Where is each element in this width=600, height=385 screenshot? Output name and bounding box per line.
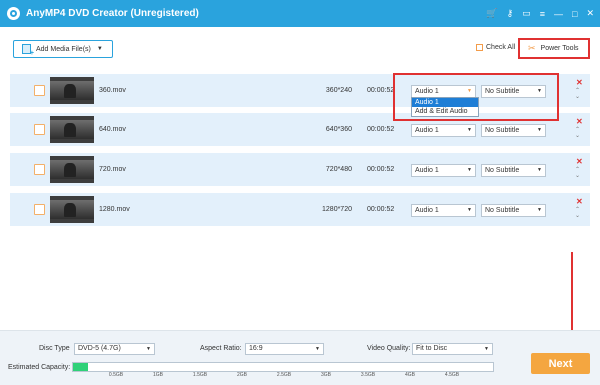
capacity-tick-label: 2.5GB bbox=[276, 372, 292, 378]
capacity-bar bbox=[72, 362, 494, 372]
cart-icon[interactable]: 🛒 bbox=[486, 8, 497, 19]
check-all[interactable]: Check All bbox=[476, 44, 515, 51]
capacity-tick-label: 3.5GB bbox=[360, 372, 376, 378]
video-thumbnail bbox=[50, 156, 94, 183]
row-checkbox[interactable] bbox=[34, 204, 45, 215]
add-media-label: Add Media File(s) bbox=[36, 45, 91, 53]
dropdown-option-add-edit-audio[interactable]: Add & Edit Audio bbox=[412, 107, 478, 116]
add-media-button[interactable]: Add Media File(s) ▼ bbox=[13, 40, 113, 58]
window-controls: 🛒 ⚷ ▭ ≡ — □ ✕ bbox=[486, 0, 594, 27]
file-duration: 00:00:52 bbox=[367, 206, 395, 213]
power-tools-label: Power Tools bbox=[540, 45, 579, 52]
capacity-tick-label: 3GB bbox=[320, 372, 332, 378]
row-checkbox[interactable] bbox=[34, 85, 45, 96]
subtitle-select-value: No Subtitle bbox=[485, 127, 520, 134]
audio-select[interactable]: Audio 1 ▼ bbox=[411, 204, 476, 217]
delete-icon[interactable]: ✕ bbox=[576, 117, 583, 126]
minimize-icon[interactable]: — bbox=[554, 9, 563, 19]
audio-select-value: Audio 1 bbox=[415, 127, 439, 134]
app-logo-icon bbox=[7, 7, 20, 20]
aspect-ratio-value: 16:9 bbox=[249, 345, 263, 352]
audio-select[interactable]: Audio 1 ▼ bbox=[411, 164, 476, 177]
subtitle-select[interactable]: No Subtitle ▼ bbox=[481, 124, 546, 137]
file-name: 720.mov bbox=[99, 166, 126, 173]
video-thumbnail bbox=[50, 196, 94, 223]
aspect-ratio-label: Aspect Ratio: bbox=[200, 345, 242, 352]
file-name: 360.mov bbox=[99, 87, 126, 94]
close-icon[interactable]: ✕ bbox=[586, 8, 594, 19]
aspect-ratio-select[interactable]: 16:9 ▼ bbox=[245, 343, 324, 355]
file-resolution: 1280*720 bbox=[322, 206, 352, 213]
delete-icon[interactable]: ✕ bbox=[576, 197, 583, 206]
reorder-icon[interactable]: ⌃ ⌄ bbox=[575, 167, 580, 179]
capacity-tick-label: 1GB bbox=[152, 372, 164, 378]
file-duration: 00:00:52 bbox=[367, 87, 395, 94]
file-resolution: 720*480 bbox=[325, 166, 352, 173]
file-duration: 00:00:52 bbox=[367, 126, 395, 133]
chevron-down-icon: ▼ bbox=[537, 167, 542, 173]
chevron-down-icon: ▼ bbox=[537, 127, 542, 133]
chevron-down-icon: ▼ bbox=[467, 207, 472, 213]
video-thumbnail bbox=[50, 77, 94, 104]
chevron-down-icon: ▼ bbox=[467, 127, 472, 133]
video-quality-value: Fit to Disc bbox=[416, 345, 448, 352]
delete-icon[interactable]: ✕ bbox=[576, 78, 583, 87]
delete-icon[interactable]: ✕ bbox=[576, 157, 583, 166]
reorder-icon[interactable]: ⌃ ⌄ bbox=[575, 127, 580, 139]
audio-select-value: Audio 1 bbox=[415, 207, 439, 214]
window-title: AnyMP4 DVD Creator (Unregistered) bbox=[26, 8, 199, 19]
check-all-checkbox[interactable] bbox=[476, 44, 483, 51]
maximize-icon[interactable]: □ bbox=[572, 9, 577, 19]
row-checkbox[interactable] bbox=[34, 164, 45, 175]
chevron-down-icon: ▼ bbox=[146, 346, 151, 352]
capacity-bar-fill bbox=[73, 363, 88, 371]
capacity-tick-label: 4.5GB bbox=[444, 372, 460, 378]
tools-icon: ✂ bbox=[528, 43, 536, 53]
capacity-ticks: 0.5GB 1GB 1.5GB 2GB 2.5GB 3GB 3.5GB 4GB 4.5GB bbox=[72, 372, 494, 380]
disc-type-value: DVD-5 (4.7G) bbox=[78, 345, 121, 352]
menu-icon[interactable]: ≡ bbox=[540, 9, 545, 19]
video-quality-label: Video Quality: bbox=[367, 345, 411, 352]
file-name: 640.mov bbox=[99, 126, 126, 133]
capacity-tick-label: 2GB bbox=[236, 372, 248, 378]
dropdown-option-audio-1[interactable]: Audio 1 bbox=[412, 98, 478, 107]
capacity-tick-label: 4GB bbox=[404, 372, 416, 378]
capacity-tick-label: 1.5GB bbox=[192, 372, 208, 378]
video-quality-select[interactable]: Fit to Disc ▼ bbox=[412, 343, 493, 355]
disc-type-select[interactable]: DVD-5 (4.7G) ▼ bbox=[74, 343, 155, 355]
file-name: 1280.mov bbox=[99, 206, 130, 213]
chat-icon[interactable]: ▭ bbox=[522, 8, 531, 19]
audio-dropdown-menu[interactable]: Audio 1 Add & Edit Audio bbox=[411, 97, 479, 117]
audio-select-value: Audio 1 bbox=[415, 167, 439, 174]
table-row[interactable]: 720.mov 720*480 00:00:52 Audio 1 ▼ No Sub… bbox=[10, 153, 590, 186]
subtitle-select[interactable]: No Subtitle ▼ bbox=[481, 164, 546, 177]
audio-select[interactable]: Audio 1 ▼ bbox=[411, 124, 476, 137]
subtitle-select-value: No Subtitle bbox=[485, 167, 520, 174]
file-resolution: 640*360 bbox=[325, 126, 352, 133]
key-icon[interactable]: ⚷ bbox=[507, 8, 514, 19]
chevron-down-icon: ▼ bbox=[315, 346, 320, 352]
chevron-down-icon[interactable]: ▼ bbox=[97, 46, 103, 52]
file-resolution: 360*240 bbox=[325, 87, 352, 94]
subtitle-select[interactable]: No Subtitle ▼ bbox=[481, 204, 546, 217]
table-row[interactable]: 1280.mov 1280*720 00:00:52 Audio 1 ▼ No S… bbox=[10, 193, 590, 226]
power-tools-button[interactable]: ✂ Power Tools bbox=[518, 38, 590, 59]
next-button[interactable]: Next bbox=[531, 353, 590, 374]
reorder-icon[interactable]: ⌃ ⌄ bbox=[575, 207, 580, 219]
file-duration: 00:00:52 bbox=[367, 166, 395, 173]
subtitle-select-value: No Subtitle bbox=[485, 207, 520, 214]
disc-type-label: Disc Type bbox=[39, 345, 70, 352]
chevron-down-icon: ▼ bbox=[467, 167, 472, 173]
add-file-icon bbox=[22, 44, 34, 57]
reorder-icon[interactable]: ⌃ ⌄ bbox=[575, 88, 580, 100]
row-checkbox[interactable] bbox=[34, 124, 45, 135]
check-all-label: Check All bbox=[486, 44, 516, 51]
capacity-tick-label: 0.5GB bbox=[108, 372, 124, 378]
chevron-down-icon: ▼ bbox=[484, 346, 489, 352]
video-thumbnail bbox=[50, 116, 94, 143]
chevron-down-icon: ▼ bbox=[537, 207, 542, 213]
estimated-capacity-label: Estimated Capacity: bbox=[8, 364, 71, 371]
title-bar: AnyMP4 DVD Creator (Unregistered) 🛒 ⚷ ▭ … bbox=[0, 0, 600, 27]
